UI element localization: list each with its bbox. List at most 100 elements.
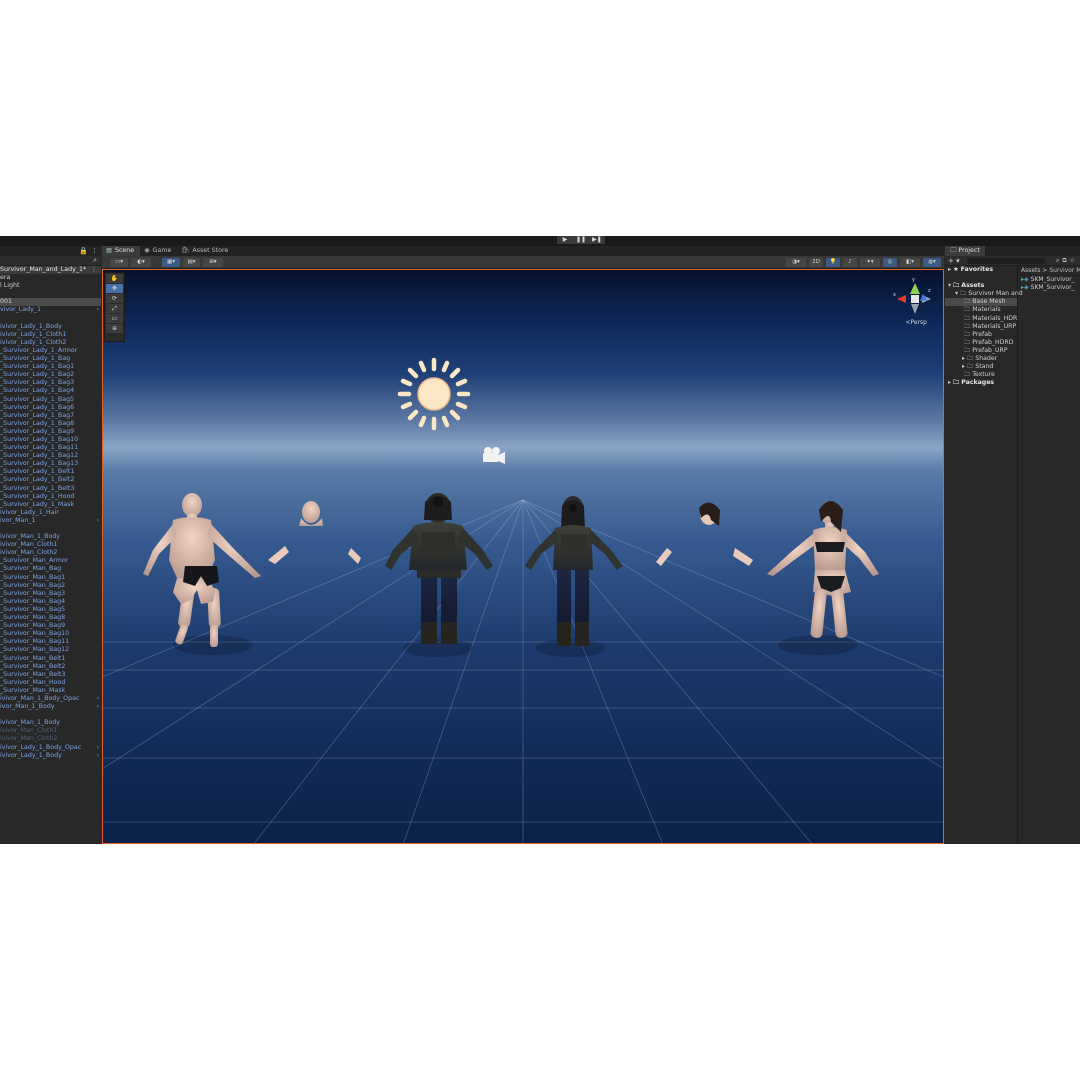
hierarchy-item[interactable]: ivivor_Lady_1_Body › <box>0 752 101 760</box>
project-tree-item[interactable]: 🗀 Prefab_HDRD <box>945 339 1017 347</box>
hierarchy-item[interactable]: ivivor_Lady_1_Cloth2 <box>0 339 101 347</box>
project-tree-item[interactable]: 🗀 Prefab_URP <box>945 347 1017 355</box>
fold-arrow-icon[interactable]: ▸ <box>948 266 951 273</box>
project-tree-item[interactable]: ▾ 🗀 Survivor Man and <box>945 290 1023 298</box>
hierarchy-item[interactable]: _Survivor_Man_Bag <box>0 565 101 573</box>
hierarchy-item[interactable]: _Survivor_Man_Bag8 <box>0 614 101 622</box>
project-tree-item[interactable]: 🗀 Texture <box>945 371 1017 379</box>
hierarchy-item[interactable]: ivivor_Man_Cloth2 <box>0 549 101 557</box>
project-tree-item[interactable]: 🗀 Prefab <box>945 331 1017 339</box>
tab-asset-store[interactable]: 🛍 Asset Store <box>177 246 234 256</box>
fold-arrow-icon[interactable]: ▸ <box>948 379 951 386</box>
hierarchy-item[interactable]: ivor_Man_1_Body › <box>0 703 101 711</box>
hierarchy-item[interactable]: _Survivor_Lady_1_Belt2 <box>0 476 101 484</box>
hierarchy-item[interactable]: l Light <box>0 282 101 290</box>
project-tree-item[interactable]: ▾ 🗀 Assets <box>945 282 1017 290</box>
hierarchy-item[interactable]: _Survivor_Lady_1_Belt3 <box>0 485 101 493</box>
hierarchy-item[interactable]: _Survivor_Man_Belt2 <box>0 663 101 671</box>
hierarchy-item[interactable]: _Survivor_Lady_1_Bag5 <box>0 396 101 404</box>
audio-toggle-icon[interactable]: ♪ <box>843 258 857 267</box>
fold-arrow-icon[interactable]: ▸ <box>962 355 965 362</box>
expand-arrow-icon[interactable]: › <box>97 703 99 711</box>
hierarchy-item[interactable]: ivivor_Man_1_Body <box>0 533 101 541</box>
hierarchy-item[interactable]: _Survivor_Lady_1_Bag11 <box>0 444 101 452</box>
hierarchy-item[interactable]: _Survivor_Lady_1_Bag1 <box>0 363 101 371</box>
hierarchy-item[interactable]: _Survivor_Man_Belt3 <box>0 671 101 679</box>
hierarchy-item[interactable] <box>0 315 101 323</box>
expand-arrow-icon[interactable]: › <box>97 695 99 703</box>
tab-project[interactable]: 🗀 Project <box>945 246 985 256</box>
transform-tool-icon[interactable]: ⊕ <box>106 324 123 333</box>
gizmo-handle-dropdown[interactable]: ⊞▾ <box>203 258 223 267</box>
scene-viewport[interactable]: ✋ ✥ ⟳ ⤢ ▭ ⊕ y x z <Persp <box>102 269 944 844</box>
hierarchy-item[interactable]: _Survivor_Lady_1_Bag9 <box>0 428 101 436</box>
project-tree-item[interactable]: 🗀 Materials_URP <box>945 323 1017 331</box>
hand-tool-icon[interactable]: ✋ <box>106 274 123 283</box>
grid-snap-dropdown[interactable]: ▦▾ <box>162 258 180 267</box>
hierarchy-item[interactable]: _Survivor_Man_Mask <box>0 687 101 695</box>
move-tool-icon[interactable]: ✥ <box>106 284 123 293</box>
expand-arrow-icon[interactable]: › <box>97 752 99 760</box>
hierarchy-item[interactable]: _Survivor_Man_Bag5 <box>0 606 101 614</box>
hierarchy-item[interactable]: _Survivor_Lady_1_Bag3 <box>0 379 101 387</box>
tab-game[interactable]: ◉ Game <box>140 246 177 256</box>
fold-arrow-icon[interactable]: ▾ <box>948 282 951 289</box>
hierarchy-item[interactable]: _Survivor_Lady_1_Belt1 <box>0 468 101 476</box>
hierarchy-item[interactable]: ivivor_Lady_1_Body <box>0 323 101 331</box>
hierarchy-item[interactable] <box>0 290 101 298</box>
perspective-label[interactable]: <Persp <box>905 319 927 326</box>
orientation-gizmo[interactable]: y x z <box>893 274 937 322</box>
fold-arrow-icon[interactable]: ▾ <box>955 290 958 297</box>
hierarchy-item[interactable]: _Survivor_Man_Bag10 <box>0 630 101 638</box>
hierarchy-item[interactable]: _Survivor_Lady_1_Bag4 <box>0 387 101 395</box>
scale-tool-icon[interactable]: ⤢ <box>106 304 123 313</box>
hierarchy-item[interactable]: ivivor_Man_Cloth1 <box>0 727 101 735</box>
lighting-toggle-icon[interactable]: 💡 <box>826 258 840 267</box>
asset-item[interactable]: ▸◈ SKM_Survivor_ <box>1019 276 1080 284</box>
gizmos-dropdown[interactable]: ◍▾ <box>923 258 941 267</box>
hierarchy-item[interactable]: _Survivor_Lady_1_Bag2 <box>0 371 101 379</box>
pause-button[interactable]: ❚❚ <box>573 236 589 244</box>
hierarchy-item[interactable]: ivivor_Lady_1_Body_Opac › <box>0 744 101 752</box>
rotate-tool-icon[interactable]: ⟳ <box>106 294 123 303</box>
hierarchy-item[interactable]: _Survivor_Man_Hood <box>0 679 101 687</box>
hierarchy-item[interactable]: _Survivor_Man_Bag12 <box>0 646 101 654</box>
play-button[interactable]: ▶ <box>557 236 573 244</box>
hierarchy-item[interactable] <box>0 711 101 719</box>
camera-settings-dropdown[interactable]: ◧▾ <box>900 258 920 267</box>
hierarchy-item[interactable]: _Survivor_Man_Armor <box>0 557 101 565</box>
hierarchy-item[interactable]: _Survivor_Man_Bag4 <box>0 598 101 606</box>
hierarchy-item[interactable]: vivor_Lady_1 › <box>0 306 101 314</box>
expand-arrow-icon[interactable]: › <box>97 306 99 314</box>
hierarchy-item[interactable]: 001 <box>0 298 101 307</box>
hierarchy-item[interactable]: ivivor_Man_Cloth1 <box>0 541 101 549</box>
hierarchy-item[interactable]: _Survivor_Lady_1_Armor <box>0 347 101 355</box>
hierarchy-item[interactable]: _Survivor_Lady_1_Mask <box>0 501 101 509</box>
scene-header-row[interactable]: Survivor_Man_and_Lady_1* ⋮ <box>0 266 101 275</box>
shading-dropdown[interactable]: ◑▾ <box>786 258 806 267</box>
hierarchy-item[interactable]: ivivor_Man_1_Body <box>0 719 101 727</box>
hierarchy-item[interactable]: ivor_Man_1 › <box>0 517 101 525</box>
project-tree-item[interactable]: 🗀 Materials <box>945 306 1017 314</box>
hierarchy-item[interactable]: _Survivor_Man_Belt1 <box>0 655 101 663</box>
hierarchy-item[interactable]: _Survivor_Man_Bag1 <box>0 574 101 582</box>
hierarchy-item[interactable]: _Survivor_Lady_1_Bag8 <box>0 420 101 428</box>
project-breadcrumb[interactable]: Assets > Survivor M <box>1019 266 1080 276</box>
visibility-toggle-icon[interactable]: ◎ <box>883 258 897 267</box>
scene-menu-icon[interactable]: ⋮ <box>91 266 97 274</box>
fold-arrow-icon[interactable]: ▸ <box>962 363 965 370</box>
hierarchy-item[interactable]: ivivor_Lady_1_Cloth1 <box>0 331 101 339</box>
project-search-input[interactable] <box>967 258 1045 264</box>
expand-arrow-icon[interactable]: › <box>97 744 99 752</box>
hierarchy-item[interactable]: _Survivor_Lady_1_Bag13 <box>0 460 101 468</box>
hierarchy-item[interactable]: _Survivor_Man_Bag2 <box>0 582 101 590</box>
draw-mode-dropdown[interactable]: ▭▾ <box>110 258 128 267</box>
project-tree-item[interactable]: 🗀 Base Mesh <box>945 298 1017 307</box>
project-tree-item[interactable]: ▸ 🗀 Stand <box>945 363 1017 371</box>
hierarchy-item[interactable]: _Survivor_Man_Bag9 <box>0 622 101 630</box>
render-mode-dropdown[interactable]: ◐▾ <box>131 258 151 267</box>
create-asset-button[interactable]: + ▾ <box>948 256 960 266</box>
hierarchy-item[interactable]: ivivor_Lady_1_Hair <box>0 509 101 517</box>
tab-scene[interactable]: ▦ Scene <box>102 246 141 256</box>
hierarchy-item[interactable]: _Survivor_Lady_1_Bag7 <box>0 412 101 420</box>
